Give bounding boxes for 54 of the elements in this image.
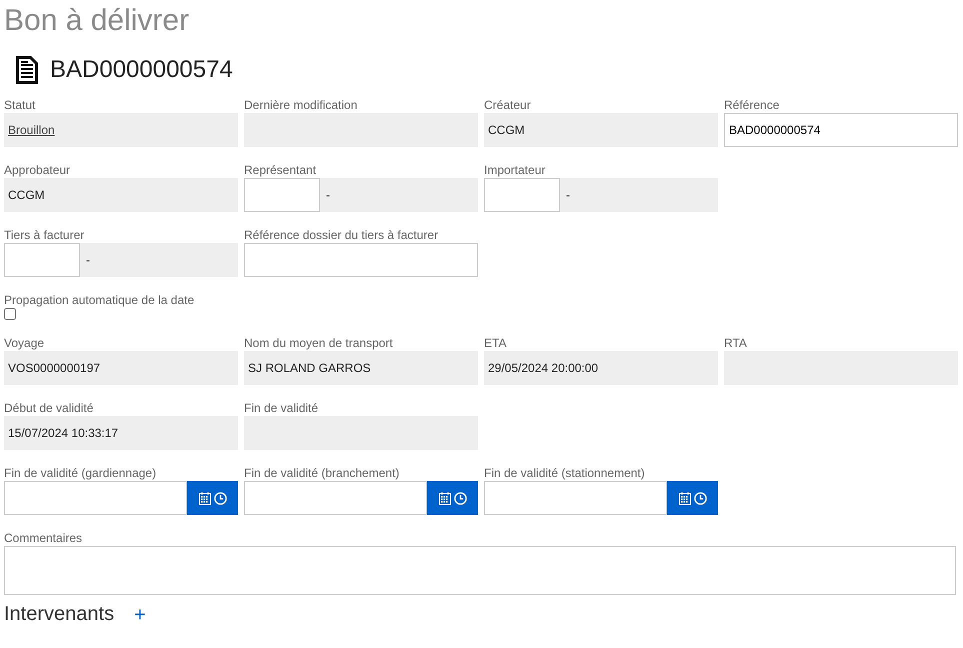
- date-field[interactable]: [484, 481, 667, 515]
- field-label: Début de validité: [4, 401, 94, 415]
- field-label: Nom du moyen de transport: [244, 336, 394, 350]
- field-label: Importateur: [484, 163, 546, 177]
- clock-icon: [214, 492, 226, 504]
- readonly-field: CCGM: [484, 113, 718, 147]
- field-label: RTA: [724, 336, 748, 350]
- lookup-value: -: [86, 253, 90, 267]
- field-label: Créateur: [484, 98, 532, 112]
- input-field[interactable]: BAD0000000574: [724, 113, 958, 147]
- field-label: Voyage: [4, 336, 46, 350]
- field-label: Statut: [4, 98, 36, 112]
- field-label: Représentant: [244, 163, 318, 177]
- document-icon: [16, 56, 38, 84]
- date-field[interactable]: [244, 481, 427, 515]
- field-label: ETA: [484, 336, 508, 350]
- field-label: Tiers à facturer: [4, 228, 86, 242]
- date-time-picker-button[interactable]: [667, 481, 718, 515]
- status-link[interactable]: Brouillon: [8, 123, 55, 137]
- date-field[interactable]: [4, 481, 187, 515]
- readonly-field: SJ ROLAND GARROS: [244, 351, 478, 385]
- calendar-icon: [438, 492, 450, 504]
- input-field[interactable]: [244, 178, 320, 212]
- section-title: Intervenants: [4, 603, 114, 626]
- clock-icon: [694, 492, 706, 504]
- page-title: Bon à délivrer: [4, 3, 190, 39]
- input-field[interactable]: [244, 243, 478, 277]
- calendar-icon: [678, 492, 690, 504]
- clock-icon: [454, 492, 466, 504]
- add-button[interactable]: +: [130, 604, 150, 626]
- field-label: Commentaires: [4, 531, 84, 545]
- field-label: Dernière modification: [244, 98, 358, 112]
- document-number: BAD0000000574: [50, 56, 233, 84]
- field-label: Référence: [724, 98, 780, 112]
- readonly-field: 29/05/2024 20:00:00: [484, 351, 718, 385]
- checkbox[interactable]: [4, 308, 16, 320]
- input-field[interactable]: [484, 178, 560, 212]
- date-time-picker-button[interactable]: [427, 481, 478, 515]
- input-field[interactable]: [4, 243, 80, 277]
- field-label: Fin de validité (stationnement): [484, 466, 646, 480]
- field-label: Fin de validité: [244, 401, 320, 415]
- lookup-value: -: [326, 188, 330, 202]
- calendar-icon: [198, 492, 210, 504]
- field-label: Propagation automatique de la date: [4, 293, 196, 307]
- readonly-field: VOS0000000197: [4, 351, 238, 385]
- date-time-picker-button[interactable]: [187, 481, 238, 515]
- field-label: Référence dossier du tiers à facturer: [244, 228, 440, 242]
- readonly-field: CCGM: [4, 178, 238, 212]
- lookup-value: -: [566, 188, 570, 202]
- readonly-field: 15/07/2024 10:33:17: [4, 416, 238, 450]
- field-label: Fin de validité (branchement): [244, 466, 400, 480]
- field-label: Approbateur: [4, 163, 72, 177]
- field-label: Fin de validité (gardiennage): [4, 466, 158, 480]
- comments-field[interactable]: [4, 546, 956, 595]
